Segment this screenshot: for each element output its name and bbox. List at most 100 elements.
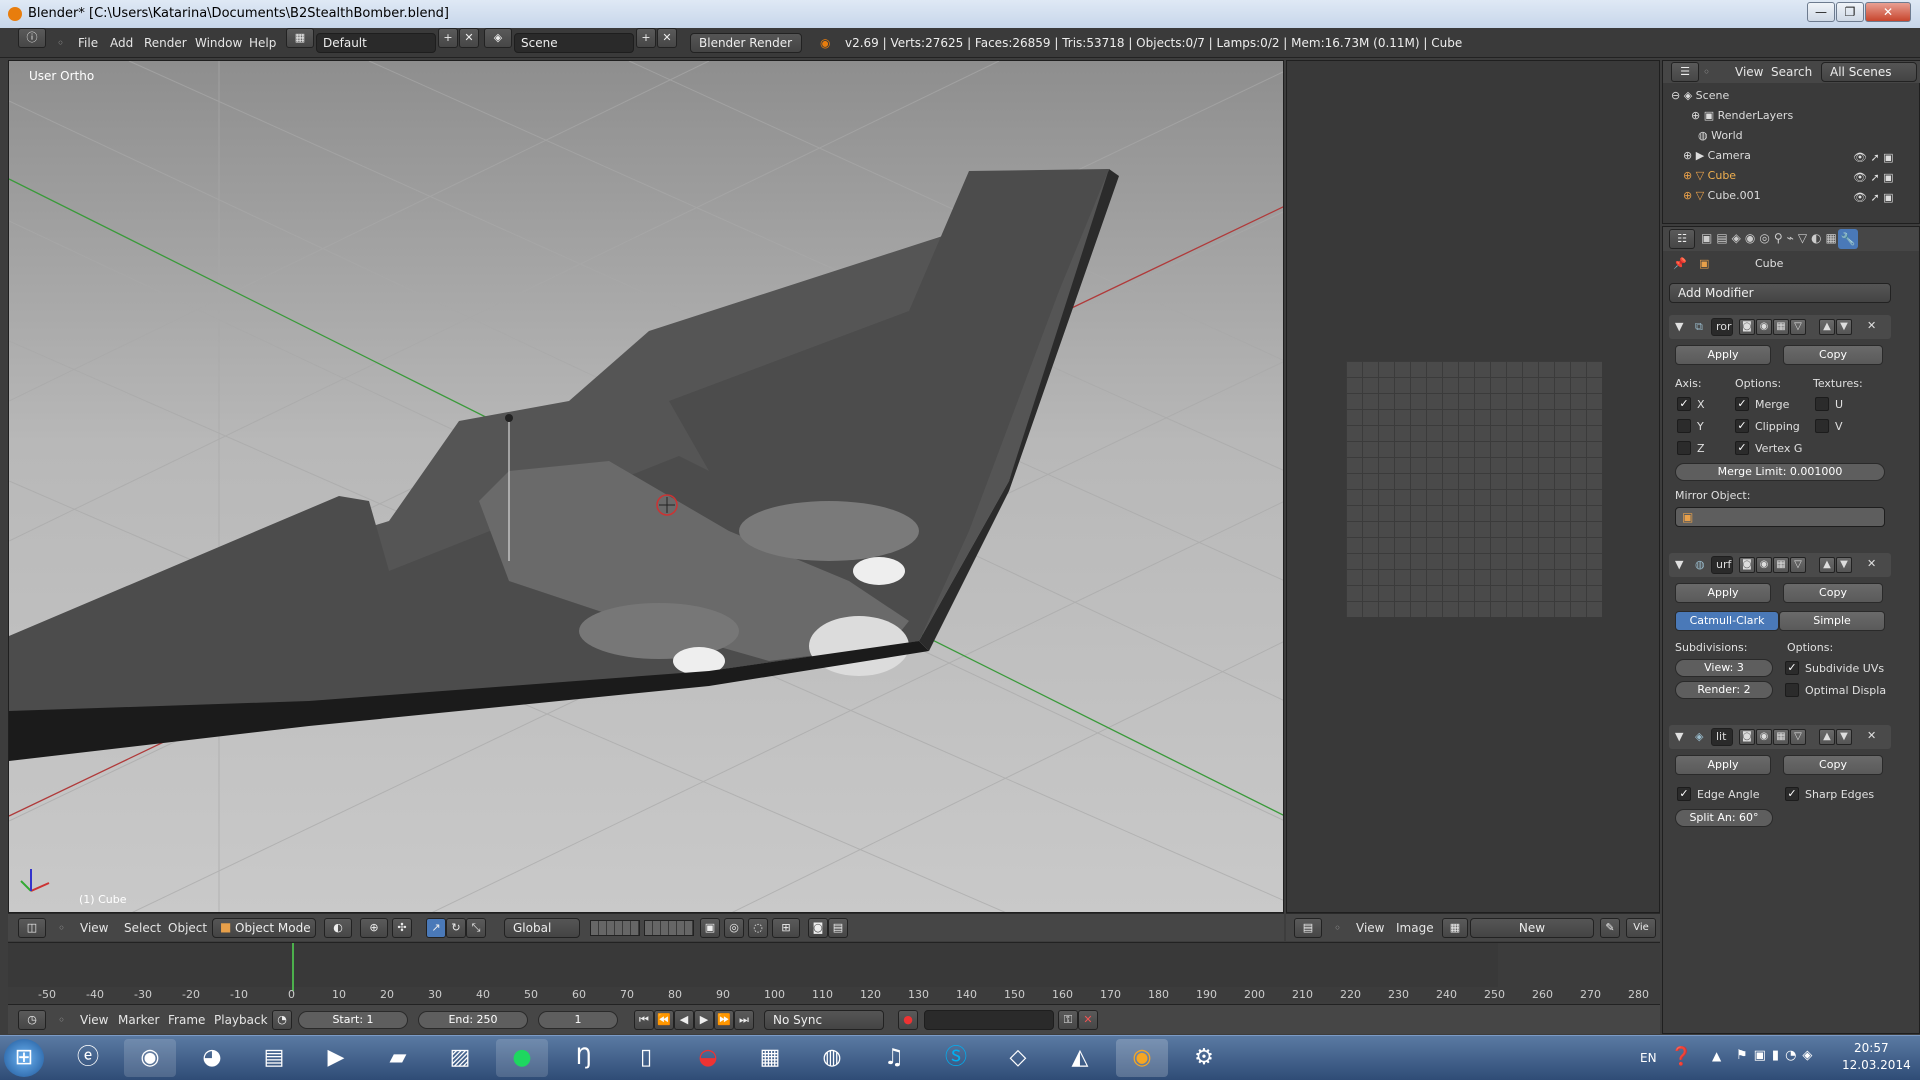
edgesplit-modifier-name[interactable]: lit (1711, 728, 1733, 746)
outliner-menu-search[interactable]: Search (1771, 65, 1812, 79)
timeline-editor-type-icon[interactable]: ◷ (18, 1010, 46, 1030)
edgesplit-apply-button[interactable]: Apply (1675, 755, 1771, 775)
menu-help[interactable]: Help (249, 36, 276, 50)
close-button[interactable]: ✕ (1865, 2, 1911, 22)
lamp-icon[interactable] (505, 414, 513, 422)
mirror-apply-button[interactable]: Apply (1675, 345, 1771, 365)
scene-icon[interactable]: ◈ (484, 28, 512, 48)
scale-icon[interactable]: ⤡ (466, 918, 486, 938)
photos-icon[interactable]: ▨ (434, 1039, 486, 1077)
image-view-button[interactable]: Vie (1626, 918, 1656, 938)
new-image-button[interactable]: New (1470, 918, 1594, 938)
modifier-tab-wrench-icon[interactable]: 🔧 (1838, 229, 1858, 249)
texture-u-checkbox[interactable] (1815, 397, 1829, 411)
cage-toggle-icon[interactable]: ▽ (1790, 729, 1806, 745)
properties-editor[interactable]: ☷ ▣▤◈◉◎⚲⌁▽◐▦ 🔧 📌 ▣ Cube Add Modifier ▼ ⧉… (1662, 226, 1920, 1034)
catmull-clark-toggle[interactable]: Catmull-Clark (1675, 611, 1779, 631)
layers-grid-1[interactable] (590, 920, 640, 936)
menu-window[interactable]: Window (195, 36, 242, 50)
timeline-menu-view[interactable]: View (80, 1013, 108, 1027)
info-editor-type-icon[interactable]: ⓘ (18, 28, 46, 48)
show-hidden-icons[interactable]: ▲ (1712, 1049, 1721, 1063)
timeline-menu-marker[interactable]: Marker (118, 1013, 159, 1027)
outliner-item-camera[interactable]: ⊕ ▶ Camera (1683, 149, 1751, 162)
render-anim-icon[interactable]: ▤ (828, 918, 848, 938)
play-icon[interactable]: ▶ (694, 1010, 714, 1030)
viewport-toggle-icon[interactable]: ◉ (1756, 729, 1772, 745)
app-dog-icon[interactable]: ◭ (1054, 1039, 1106, 1077)
prev-keyframe-icon[interactable]: ⏪ (654, 1010, 674, 1030)
help-icon[interactable]: ❓ (1670, 1046, 1692, 1067)
outliner-editor-type-icon[interactable]: ☰ (1671, 62, 1699, 82)
render-toggle-icon[interactable]: ◙ (1739, 557, 1755, 573)
clock-date[interactable]: 12.03.2014 (1842, 1058, 1911, 1072)
timeline[interactable]: -50 -40 -30 -20 -10 0 10 20 30 40 50 60 … (8, 942, 1660, 1002)
steam-icon[interactable]: ⚙ (1178, 1039, 1230, 1077)
menu-file[interactable]: File (78, 36, 98, 50)
preview-range-icon[interactable]: ◔ (272, 1010, 292, 1030)
move-up-icon[interactable]: ▲ (1819, 319, 1835, 335)
editmode-toggle-icon[interactable]: ▦ (1773, 557, 1789, 573)
render-engine-dropdown[interactable]: Blender Render (690, 33, 802, 53)
subdivide-uvs-checkbox[interactable]: ✓ (1785, 661, 1799, 675)
add-screen-icon[interactable]: + (438, 28, 458, 48)
proportional-falloff-icon[interactable]: ◌ (748, 918, 768, 938)
viewport-menu-view[interactable]: View (80, 921, 108, 935)
language-indicator[interactable]: EN (1640, 1051, 1657, 1065)
screen-layout-icon[interactable]: ▦ (286, 28, 314, 48)
properties-editor-type-icon[interactable]: ☷ (1669, 229, 1695, 249)
image-menu-image[interactable]: Image (1396, 921, 1434, 935)
camera-visibility-icons[interactable]: 👁 ➚ ▣ (1853, 151, 1894, 164)
viewport-toggle-icon[interactable]: ◉ (1756, 557, 1772, 573)
edge-angle-checkbox[interactable]: ✓ (1677, 787, 1691, 801)
uv-image-editor[interactable] (1286, 60, 1660, 913)
mirror-object-field[interactable]: ▣ (1675, 507, 1885, 527)
move-down-icon[interactable]: ▼ (1836, 319, 1852, 335)
translate-icon[interactable]: ↗ (426, 918, 446, 938)
cage-toggle-icon[interactable]: ▽ (1790, 557, 1806, 573)
document-icon[interactable]: ▯ (620, 1039, 672, 1077)
tray-icons[interactable]: ⚑▣▮◔◈ (1736, 1048, 1818, 1063)
remove-screen-icon[interactable]: ✕ (459, 28, 479, 48)
subsurf-copy-button[interactable]: Copy (1783, 583, 1883, 603)
minimize-button[interactable]: — (1807, 2, 1835, 22)
current-frame-field[interactable]: 1 (538, 1011, 618, 1029)
internet-explorer-icon[interactable]: ⓔ (62, 1039, 114, 1077)
sync-mode-dropdown[interactable]: No Sync (764, 1010, 884, 1030)
unity-icon[interactable]: ◇ (992, 1039, 1044, 1077)
optimal-display-checkbox[interactable] (1785, 683, 1799, 697)
calculator-icon[interactable]: ▦ (744, 1039, 796, 1077)
scene-field[interactable]: Scene (514, 33, 634, 53)
app-swirl-icon[interactable]: ◍ (806, 1039, 858, 1077)
maximize-button[interactable]: ❐ (1836, 2, 1864, 22)
media-player-icon[interactable]: ▶ (310, 1039, 362, 1077)
snap-icon[interactable]: ⊞ (772, 918, 800, 938)
view-levels-field[interactable]: View: 3 (1675, 659, 1773, 677)
remove-modifier-icon[interactable]: ✕ (1867, 729, 1876, 742)
layers-grid-2[interactable] (644, 920, 694, 936)
expand-arrow-icon[interactable]: ▼ (1675, 730, 1683, 743)
start-button-icon[interactable]: ⊞ (4, 1039, 44, 1077)
timeline-collapse-icon[interactable]: ◦ (58, 1013, 65, 1027)
pin-image-icon[interactable]: ✎ (1600, 918, 1620, 938)
start-frame-field[interactable]: Start: 1 (298, 1011, 408, 1029)
app-icon[interactable]: ▰ (372, 1039, 424, 1077)
shading-icon[interactable]: ◐ (324, 918, 352, 938)
jump-end-icon[interactable]: ⏭ (734, 1010, 754, 1030)
rotate-icon[interactable]: ↻ (446, 918, 466, 938)
timeline-menu-playback[interactable]: Playback (214, 1013, 268, 1027)
next-keyframe-icon[interactable]: ⏩ (714, 1010, 734, 1030)
outliner-item-cube[interactable]: ⊕ ▽ Cube (1683, 169, 1736, 182)
keying-set-field[interactable] (924, 1010, 1054, 1030)
outliner-item-world[interactable]: ◍ World (1691, 129, 1743, 142)
menu-render[interactable]: Render (144, 36, 187, 50)
render-toggle-icon[interactable]: ◙ (1739, 729, 1755, 745)
pin-icon[interactable]: 📌 (1673, 257, 1687, 270)
axis-z-checkbox[interactable] (1677, 441, 1691, 455)
spotify-icon[interactable]: ● (496, 1039, 548, 1077)
mirror-copy-button[interactable]: Copy (1783, 345, 1883, 365)
jump-start-icon[interactable]: ⏮ (634, 1010, 654, 1030)
3d-viewport[interactable]: User Ortho (1) Cube (8, 60, 1284, 913)
expand-arrow-icon[interactable]: ▼ (1675, 558, 1683, 571)
axis-y-checkbox[interactable] (1677, 419, 1691, 433)
